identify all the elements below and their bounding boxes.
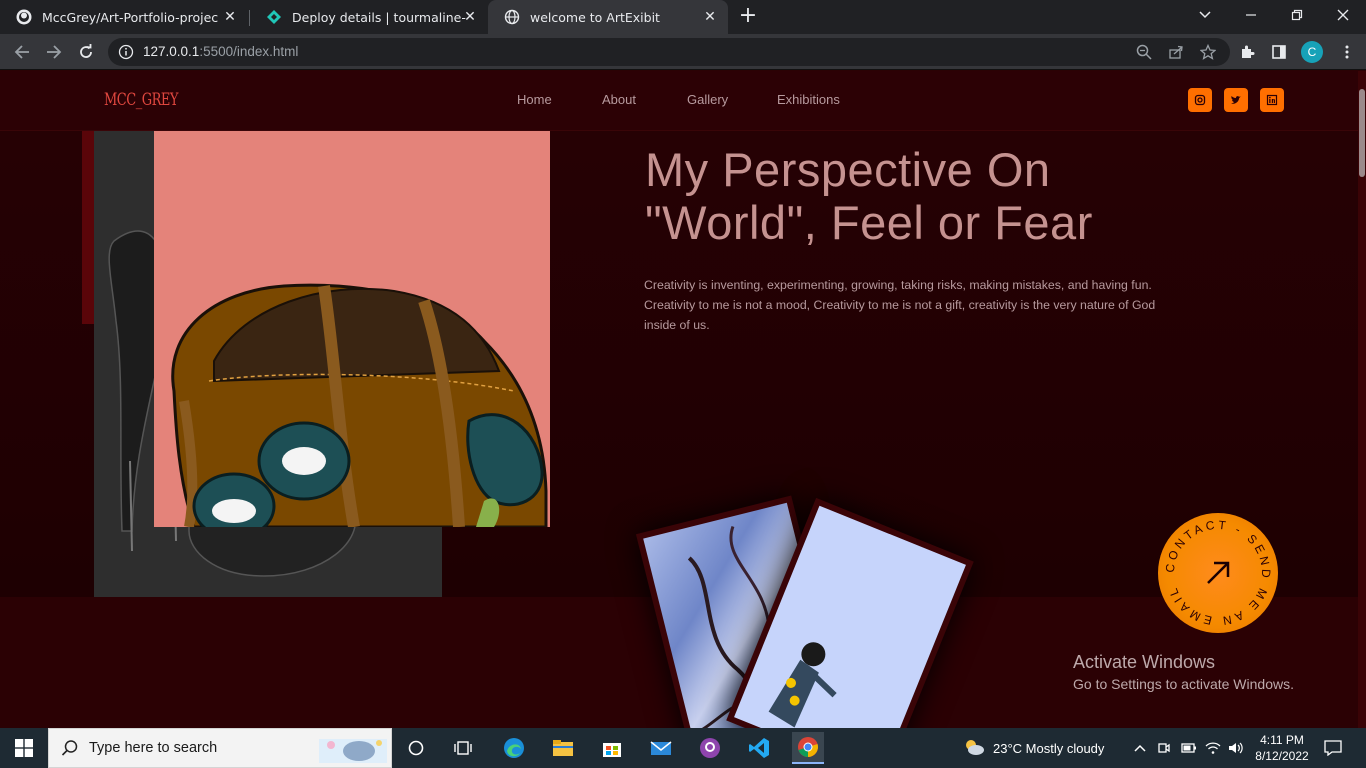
back-icon[interactable] xyxy=(11,41,33,63)
watermark-subtitle: Go to Settings to activate Windows. xyxy=(1073,676,1294,692)
hero-title-line1: My Perspective On xyxy=(645,143,1051,196)
github-icon xyxy=(16,9,32,25)
url-text: 127.0.0.1:5500/index.html xyxy=(143,44,298,59)
github-desktop-icon[interactable] xyxy=(694,732,726,764)
scrollbar-thumb[interactable] xyxy=(1359,89,1365,177)
taskbar-search-box[interactable]: Type here to search xyxy=(48,728,392,768)
hero-title-line2: "World", Feel or Fear xyxy=(645,196,1093,249)
search-highlight-illustration xyxy=(315,733,391,768)
twitter-icon[interactable] xyxy=(1224,88,1248,112)
arrow-up-right-icon xyxy=(1207,561,1230,584)
watermark-title: Activate Windows xyxy=(1073,652,1216,672)
nav-home[interactable]: Home xyxy=(517,92,552,107)
tab-title: MccGrey/Art-Portfolio-project: th xyxy=(42,9,218,25)
wifi-icon[interactable] xyxy=(1205,728,1221,768)
search-icon xyxy=(61,739,79,761)
clock-date: 8/12/2022 xyxy=(1255,749,1309,763)
widgets-icon[interactable] xyxy=(447,732,479,764)
tab-title: Deploy details | tourmaline-bunn xyxy=(292,9,466,25)
zoom-icon[interactable] xyxy=(1134,42,1154,62)
web-page: MCC_GREY Home About Gallery Exhibitions xyxy=(0,71,1366,728)
side-panel-icon[interactable] xyxy=(1269,42,1289,62)
page-scrollbar[interactable] xyxy=(1358,71,1366,728)
nav-about[interactable]: About xyxy=(602,92,636,107)
globe-icon xyxy=(504,9,520,25)
tab-title: welcome to ArtExibit xyxy=(530,9,660,25)
linkedin-icon[interactable] xyxy=(1260,88,1284,112)
activate-windows-watermark: Activate Windows Go to Settings to activ… xyxy=(1073,652,1294,692)
netlify-icon xyxy=(266,9,282,25)
share-icon[interactable] xyxy=(1166,42,1186,62)
microsoft-store-icon[interactable] xyxy=(596,732,628,764)
tab-github[interactable]: MccGrey/Art-Portfolio-project: th ✕ xyxy=(0,0,248,34)
site-logo[interactable]: MCC_GREY xyxy=(104,91,178,111)
artwork-helmet xyxy=(154,131,550,527)
system-clock[interactable]: 4:11 PM 8/12/2022 xyxy=(1254,728,1310,768)
vscode-icon[interactable] xyxy=(743,732,775,764)
edge-icon[interactable] xyxy=(498,732,530,764)
profile-avatar[interactable]: C xyxy=(1301,41,1323,63)
menu-icon[interactable] xyxy=(1337,42,1357,62)
weather-text: 23°C Mostly cloudy xyxy=(993,740,1105,756)
hero-description: Creativity is inventing, experimenting, … xyxy=(644,278,1156,332)
address-bar[interactable]: 127.0.0.1:5500/index.html xyxy=(108,38,1230,66)
bookmark-star-icon[interactable] xyxy=(1198,42,1218,62)
tab-strip: MccGrey/Art-Portfolio-project: th ✕ Depl… xyxy=(0,0,1366,34)
cloudy-weather-icon xyxy=(963,739,985,758)
reload-icon[interactable] xyxy=(75,41,97,63)
close-tab-icon[interactable]: ✕ xyxy=(462,9,478,25)
clock-time: 4:11 PM xyxy=(1260,733,1304,747)
task-view-icon[interactable] xyxy=(400,732,432,764)
nav-exhibitions[interactable]: Exhibitions xyxy=(777,92,840,107)
nav-gallery[interactable]: Gallery xyxy=(687,92,728,107)
close-tab-icon[interactable]: ✕ xyxy=(702,9,718,25)
windows-start-icon[interactable] xyxy=(8,732,40,764)
mail-icon[interactable] xyxy=(645,732,677,764)
weather-widget[interactable]: 23°C Mostly cloudy xyxy=(963,728,1104,768)
tab-artexibit[interactable]: welcome to ArtExibit ✕ xyxy=(488,0,728,34)
volume-icon[interactable] xyxy=(1228,728,1244,768)
file-explorer-icon[interactable] xyxy=(547,732,579,764)
search-placeholder: Type here to search xyxy=(89,740,218,756)
meet-now-icon[interactable] xyxy=(1157,728,1171,768)
browser-toolbar: 127.0.0.1:5500/index.html C xyxy=(0,34,1366,70)
chrome-icon[interactable] xyxy=(792,732,824,764)
windows-taskbar: Type here to search 23°C Mostly cloudy 4… xyxy=(0,728,1366,768)
battery-icon[interactable] xyxy=(1181,728,1197,768)
hero-title: My Perspective On "World", Feel or Fear xyxy=(645,143,1093,249)
url-path: :5500/index.html xyxy=(199,44,299,59)
notification-icon[interactable] xyxy=(1324,728,1342,768)
site-header: MCC_GREY Home About Gallery Exhibitions xyxy=(0,71,1366,131)
tab-netlify[interactable]: Deploy details | tourmaline-bunn ✕ xyxy=(250,0,488,34)
show-hidden-icons[interactable] xyxy=(1133,728,1147,768)
new-tab-button[interactable]: + xyxy=(738,5,758,27)
contact-badge[interactable]: CONTACT - SEND ME AN EMAIL xyxy=(1158,513,1278,633)
close-window-icon[interactable] xyxy=(1320,0,1366,30)
close-tab-icon[interactable]: ✕ xyxy=(222,9,238,25)
url-host: 127.0.0.1 xyxy=(143,44,200,59)
minimize-icon[interactable] xyxy=(1228,0,1274,30)
site-info-icon[interactable] xyxy=(118,44,134,64)
forward-icon[interactable] xyxy=(43,41,65,63)
instagram-icon[interactable] xyxy=(1188,88,1212,112)
tab-search-icon[interactable] xyxy=(1182,0,1228,30)
extensions-icon[interactable] xyxy=(1237,42,1257,62)
restore-icon[interactable] xyxy=(1274,0,1320,30)
